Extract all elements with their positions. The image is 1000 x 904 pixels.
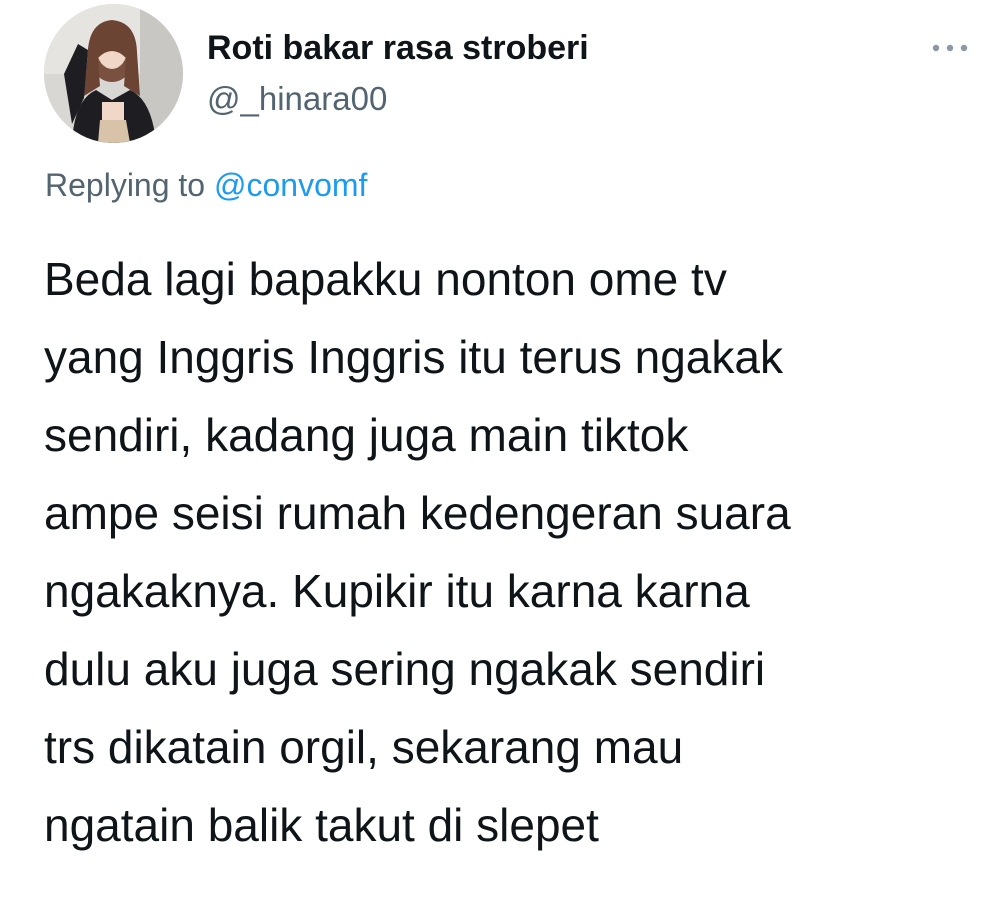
replying-to-line: Replying to @convomf [45,164,367,206]
replying-to-label: Replying to [45,167,206,203]
more-options-button[interactable] [926,30,974,66]
tweet-text-line: sendiri, kadang juga main tiktok [44,409,689,461]
tweet-text-line: ampe seisi rumah kedengeran suara [44,487,791,539]
tweet-text-line: ngakaknya. Kupikir itu karna karna [44,565,750,617]
tweet-text-line: Beda lagi bapakku nonton ome tv [44,253,727,305]
author-display-name[interactable]: Roti bakar rasa stroberi [207,28,589,68]
tweet-text-line: yang Inggris Inggris itu terus ngakak [44,331,783,383]
author-avatar[interactable] [44,4,183,143]
more-horizontal-icon [932,44,968,52]
tweet-text-line: dulu aku juga sering ngakak sendiri [44,643,766,695]
author-handle[interactable]: @_hinara00 [207,79,387,119]
tweet-text-line: ngatain balik takut di slepet [44,799,599,851]
tweet-text: Beda lagi bapakku nonton ome tv yang Ing… [44,240,974,864]
avatar-photo-icon [44,4,183,143]
reply-mention-link[interactable]: @convomf [214,167,367,203]
tweet-text-line: trs dikatain orgil, sekarang mau [44,721,684,773]
tweet-card: Roti bakar rasa stroberi @_hinara00 Repl… [0,0,1000,904]
